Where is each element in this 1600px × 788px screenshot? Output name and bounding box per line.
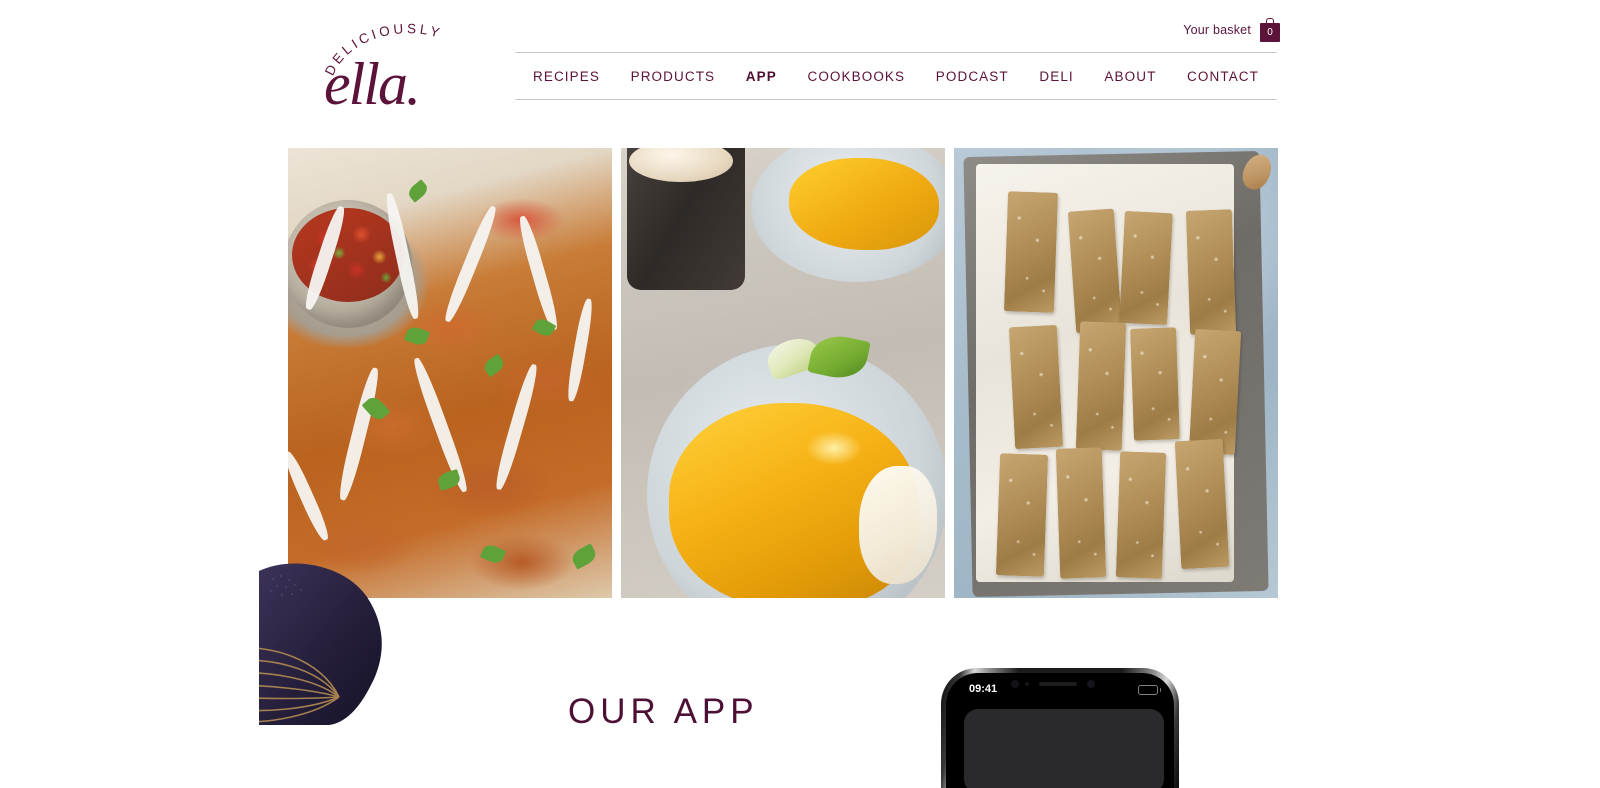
coriander-leaf	[481, 353, 507, 378]
energy-bar	[1130, 327, 1180, 441]
coriander-leaf	[405, 179, 431, 203]
basket-link[interactable]: Your basket 0	[1183, 18, 1280, 42]
energy-bar	[1055, 447, 1107, 579]
site-header: DELICIOUSLY ella. Your basket 0 RECIPES …	[0, 0, 1600, 120]
energy-bar	[1188, 328, 1242, 456]
main-navigation: RECIPES PRODUCTS APP COOKBOOKS PODCAST D…	[515, 52, 1277, 100]
site-logo[interactable]: DELICIOUSLY ella.	[318, 18, 490, 110]
energy-bar	[1119, 210, 1173, 326]
earpiece-speaker-icon	[1039, 682, 1077, 686]
our-app-heading: OUR APP	[568, 692, 759, 732]
proximity-sensor-icon	[1025, 682, 1029, 686]
yoghurt-drizzle	[288, 449, 332, 543]
energy-bar	[1075, 321, 1127, 451]
yoghurt-drizzle	[335, 366, 383, 502]
coriander-leaf	[403, 324, 431, 348]
yoghurt-drizzle	[515, 214, 562, 332]
front-camera-icon	[1011, 680, 1019, 688]
energy-bar	[1185, 209, 1237, 335]
hero-image-gallery	[288, 148, 1278, 598]
phone-status-time: 09:41	[969, 683, 998, 695]
nav-item-recipes[interactable]: RECIPES	[533, 69, 600, 84]
battery-icon	[1138, 685, 1158, 695]
phone-notch	[1005, 673, 1115, 696]
energy-bar	[1067, 208, 1123, 334]
energy-bar	[1008, 324, 1064, 450]
basket-count-badge: 0	[1260, 23, 1280, 42]
yoghurt-drizzle	[441, 204, 500, 324]
nav-item-contact[interactable]: CONTACT	[1187, 69, 1259, 84]
hero-image-crepes[interactable]	[621, 148, 945, 598]
energy-bar	[1174, 438, 1230, 570]
coriander-leaf	[479, 542, 507, 566]
app-phone-mockup: 09:41	[941, 668, 1179, 788]
phone-screen: 09:41	[946, 673, 1174, 788]
cream-pour-shape	[859, 466, 937, 584]
nav-item-deli[interactable]: DELI	[1039, 69, 1073, 84]
whisk-blob-decoration	[259, 563, 391, 725]
logo-script-text: ella.	[324, 51, 419, 110]
nav-item-about[interactable]: ABOUT	[1104, 69, 1156, 84]
yoghurt-drizzle	[410, 356, 471, 494]
nav-item-app[interactable]: APP	[746, 69, 777, 84]
energy-bar	[1003, 191, 1059, 313]
face-id-sensor-icon	[1087, 680, 1095, 688]
background-crepe-shape	[789, 158, 939, 250]
coriander-leaf	[569, 543, 599, 570]
nav-item-products[interactable]: PRODUCTS	[631, 69, 716, 84]
nav-item-cookbooks[interactable]: COOKBOOKS	[807, 69, 905, 84]
yoghurt-drizzle	[492, 362, 541, 492]
hero-image-energy-bars[interactable]	[954, 148, 1278, 598]
basket-icon[interactable]: 0	[1260, 18, 1280, 42]
phone-app-card	[964, 709, 1164, 788]
coriander-leaf	[436, 468, 462, 492]
nav-item-podcast[interactable]: PODCAST	[936, 69, 1009, 84]
energy-bar	[995, 453, 1049, 577]
battery-cap-icon	[1159, 687, 1161, 692]
basket-label: Your basket	[1183, 23, 1251, 37]
energy-bar	[1115, 451, 1167, 579]
hero-image-fritters[interactable]	[288, 148, 612, 598]
yoghurt-drizzle	[565, 297, 595, 403]
